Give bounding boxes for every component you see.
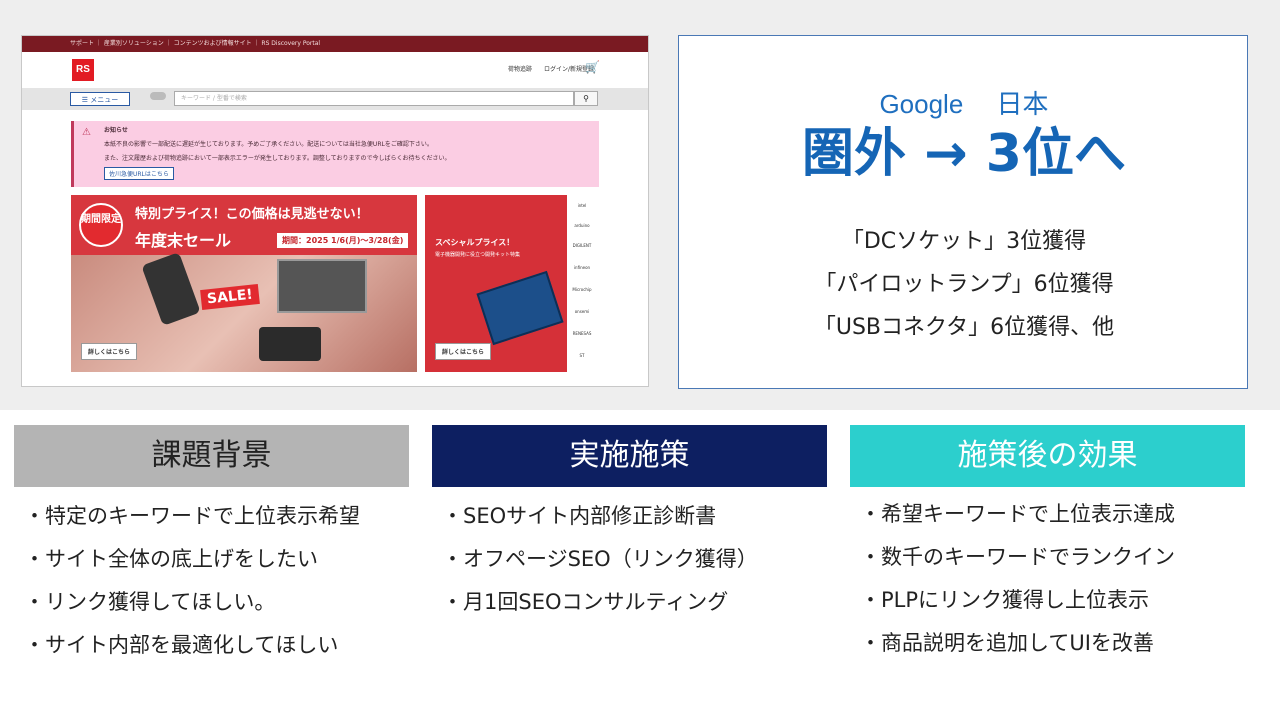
- utility-link[interactable]: サポート: [70, 40, 94, 47]
- brand-logo: infineon: [573, 265, 591, 270]
- header-links: 荷物追跡 ログイン/新規登録: [498, 64, 594, 73]
- ranking-box: Google 日本 圏外 → 3位へ 「DCソケット」3位獲得 「パイロットラン…: [678, 35, 1248, 389]
- brand-logo: Microchip: [572, 287, 592, 292]
- utility-link[interactable]: RS Discovery Portal: [261, 40, 320, 47]
- dev-board-image: [476, 270, 564, 346]
- brand-logo: intel: [577, 203, 587, 208]
- menu-button[interactable]: ☰ メニュー: [70, 92, 130, 106]
- ranking-headline: 圏外 → 3位へ: [802, 124, 1126, 184]
- notice-box: ⚠ お知らせ 本紙不良の影響で一部配送に遅延が生じております。予めご了承ください…: [71, 121, 599, 187]
- column-header: 実施施策: [432, 425, 827, 487]
- site-header: RS 荷物追跡 ログイン/新規登録 🛒: [22, 52, 648, 88]
- banner-headline: 特別プライス！この価格は見逃せない！: [135, 207, 369, 222]
- oscilloscope-image: [277, 259, 367, 313]
- notice-line: また、注文履歴および荷物追跡において一部表示エラーが発生しております。調整してお…: [104, 155, 451, 162]
- brand-logo: ST: [579, 353, 585, 358]
- list-item: ・サイト内部を最適化してほしい: [24, 633, 339, 657]
- list-item: ・数千のキーワードでランクイン: [860, 545, 1175, 569]
- list-item: ・SEOサイト内部修正診断書: [442, 504, 717, 528]
- results-column: 施策後の効果 ・希望キーワードで上位表示達成 ・数千のキーワードでランクイン ・…: [850, 425, 1245, 665]
- list-item: ・月1回SEOコンサルティング: [442, 590, 729, 614]
- keyword-list: 「DCソケット」3位獲得 「パイロットランプ」6位獲得 「USBコネクタ」6位獲…: [679, 220, 1249, 349]
- warning-icon: ⚠: [82, 127, 91, 138]
- brand-logo: onsemi: [574, 309, 590, 314]
- search-bar: ☰ メニュー キーワード / 型番で検索 ⚲: [22, 88, 648, 110]
- search-input[interactable]: キーワード / 型番で検索: [174, 91, 574, 106]
- meter-image: [259, 327, 321, 361]
- brand-logo: RENESAS: [572, 331, 592, 336]
- background-column: 課題背景 ・特定のキーワードで上位表示希望 ・サイト全体の底上げをしたい ・リン…: [14, 425, 409, 667]
- list-item: ・特定のキーワードで上位表示希望: [24, 504, 360, 528]
- website-screenshot: サポート ｜ 産業別ソリューション ｜ コンテンツおよび情報サイト ｜ RS D…: [21, 35, 649, 387]
- utility-link[interactable]: コンテンツおよび情報サイト: [174, 40, 252, 47]
- keyword-result: 「DCソケット」3位獲得: [841, 229, 1087, 254]
- list-item: ・リンク獲得してほしい。: [24, 590, 276, 614]
- column-header: 施策後の効果: [850, 425, 1245, 487]
- keyword-result: 「パイロットランプ」6位獲得: [814, 272, 1114, 297]
- more-button[interactable]: 詳しくはこちら: [81, 343, 138, 360]
- notice-line: 本紙不良の影響で一部配送に遅延が生じております。予めご了承ください。配送について…: [104, 141, 433, 148]
- banner-title: 年度末セール: [135, 231, 232, 250]
- ranking-subtitle: Google 日本: [879, 89, 1049, 119]
- list-item: ・PLPにリンク獲得し上位表示: [860, 588, 1150, 612]
- notice-title: お知らせ: [104, 127, 128, 134]
- list-item: ・希望キーワードで上位表示達成: [860, 502, 1175, 526]
- search-icon[interactable]: ⚲: [574, 91, 598, 106]
- list-item: ・オフページSEO（リンク獲得）: [442, 547, 758, 571]
- banner-period: 期間：2025 1/6(月)〜3/28(金): [277, 233, 409, 248]
- measures-column: 実施施策 ・SEOサイト内部修正診断書 ・オフページSEO（リンク獲得） ・月1…: [432, 425, 827, 624]
- column-header: 課題背景: [14, 425, 409, 487]
- brand-logo: DIGILENT: [572, 243, 592, 248]
- track-link[interactable]: 荷物追跡: [508, 66, 532, 73]
- list-item: ・サイト全体の底上げをしたい: [24, 547, 318, 571]
- notice-button[interactable]: 佐川急便URLはこちら: [104, 167, 174, 180]
- toggle-switch[interactable]: [150, 92, 166, 100]
- limited-badge: 期間限定: [79, 203, 123, 247]
- brand-logo: arduino: [574, 223, 590, 228]
- cart-icon[interactable]: 🛒: [585, 60, 600, 74]
- brand-column: [567, 195, 599, 372]
- more-button[interactable]: 詳しくはこちら: [435, 343, 492, 360]
- sale-banner[interactable]: 期間限定 特別プライス！この価格は見逃せない！ 年度末セール 期間：2025 1…: [71, 195, 417, 372]
- banner2-sub: 電子機器開発に役立つ開発キット特集: [435, 252, 521, 258]
- list-item: ・商品説明を追加してUIを改善: [860, 631, 1154, 655]
- devkit-banner[interactable]: intel arduino DIGILENT infineon Microchi…: [425, 195, 599, 372]
- utility-bar: サポート ｜ 産業別ソリューション ｜ コンテンツおよび情報サイト ｜ RS D…: [22, 36, 648, 52]
- keyword-result: 「USBコネクタ」6位獲得、他: [813, 315, 1115, 340]
- rs-logo[interactable]: RS: [72, 59, 94, 81]
- banner2-headline: スペシャルプライス！: [435, 238, 515, 247]
- utility-link[interactable]: 産業別ソリューション: [104, 40, 164, 47]
